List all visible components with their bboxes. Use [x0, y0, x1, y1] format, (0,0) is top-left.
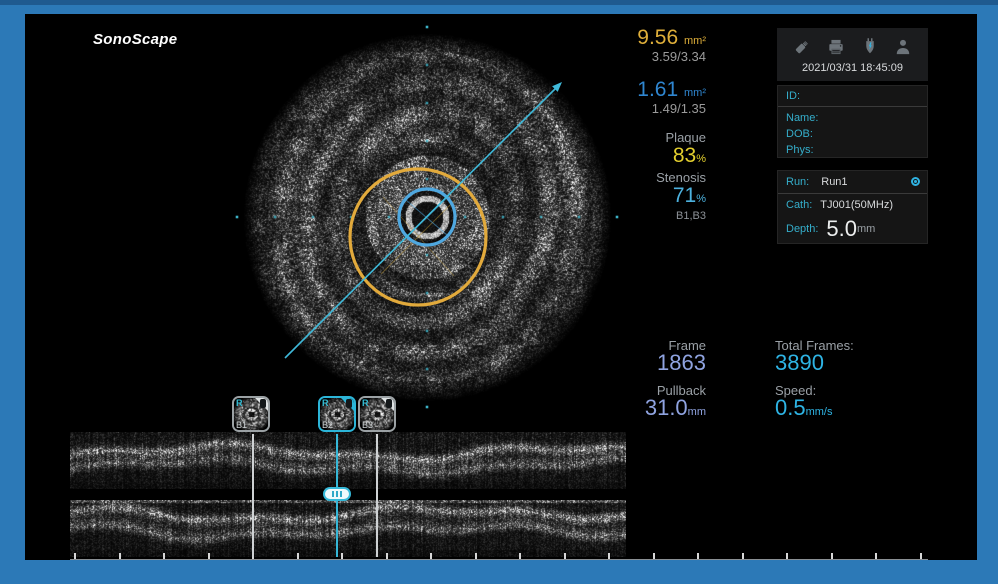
patient-dob-field[interactable]: DOB: — [778, 126, 927, 142]
ruler-tick — [742, 553, 744, 559]
toolbar-icons — [778, 29, 927, 61]
ruler-tick — [208, 553, 210, 559]
vessel-area-value: 9.56 mm² — [637, 26, 706, 50]
bookmark-tag-icon — [260, 399, 266, 408]
depth-label: Depth: — [786, 223, 818, 235]
ruler-tick — [519, 553, 521, 559]
pullback-value: 31.0mm — [586, 395, 706, 421]
bookmark-r-marker: R — [236, 398, 243, 408]
brand-logo: SonoScape — [93, 31, 177, 48]
bookmark-tag-icon — [386, 399, 392, 408]
bookmark-id: B3 — [362, 420, 373, 430]
patient-panel: ID: Name: DOB: Phys: — [777, 85, 928, 158]
bookmark-marker-line-b3[interactable] — [376, 434, 378, 557]
bookmark-thumb-b3[interactable]: R B3 — [358, 396, 396, 432]
speed-value: 0.5mm/s — [775, 395, 832, 421]
ruler-tick — [653, 553, 655, 559]
ruler-tick — [920, 553, 922, 559]
ruler-tick — [875, 553, 877, 559]
measure-line[interactable] — [285, 87, 557, 358]
run-selector[interactable]: Run: Run1 — [778, 171, 927, 194]
bookmark-r-marker: R — [322, 398, 329, 408]
frame-scrub-handle[interactable] — [323, 487, 351, 501]
longitudinal-view-bottom[interactable] — [70, 500, 626, 557]
ruler-tick — [475, 553, 477, 559]
ruler-tick — [831, 553, 833, 559]
bookmark-r-marker: R — [362, 398, 369, 408]
ruler-tick — [430, 553, 432, 559]
datetime: 2021/03/31 18:45:09 — [778, 62, 927, 74]
ruler-tick — [697, 553, 699, 559]
lumen-area-value: 1.61 mm² — [637, 78, 706, 102]
ruler-tick — [786, 553, 788, 559]
bookmark-thumb-b1[interactable]: R B1 — [232, 396, 270, 432]
ruler-baseline — [70, 559, 928, 560]
screen: SonoScape 9.56 mm² 3.59/3.34 1.61 mm² 1.… — [25, 14, 977, 560]
run-value: Run1 — [821, 176, 847, 188]
vessel-diameters: 3.59/3.34 — [652, 49, 706, 64]
ruler-tick — [608, 553, 610, 559]
total-frames-value: 3890 — [775, 350, 824, 376]
stenosis-label: Stenosis — [656, 170, 706, 185]
bookmark-marker-line-b1[interactable] — [252, 434, 254, 557]
probe-power-icon[interactable] — [860, 37, 880, 57]
lumen-diameters: 1.49/1.35 — [652, 101, 706, 116]
ivus-cross-section[interactable] — [235, 25, 619, 409]
vessel-diameter-line-2 — [383, 197, 454, 276]
bookmark-id: B1 — [236, 420, 247, 430]
vessel-diameter-line-1 — [381, 200, 455, 274]
ivus-overlay — [235, 25, 619, 409]
pullback-ruler — [70, 553, 928, 560]
ruler-tick — [386, 553, 388, 559]
stenosis-reference-bookmarks: B1,B3 — [676, 210, 706, 222]
depth-value: 5.0 — [826, 216, 857, 242]
cath-label: Cath: — [786, 199, 812, 211]
patient-phys-field[interactable]: Phys: — [778, 142, 927, 158]
toolbar-panel: 2021/03/31 18:45:09 — [777, 28, 928, 81]
bookmark-tag-icon — [346, 399, 352, 408]
ruler-tick — [163, 553, 165, 559]
user-icon[interactable] — [892, 37, 914, 57]
ruler-tick — [74, 553, 76, 559]
plaque-label: Plaque — [666, 130, 706, 145]
run-panel: Run: Run1 Cath: TJ001(50MHz) Depth: 5.0m… — [777, 170, 928, 244]
frame-value: 1863 — [586, 350, 706, 376]
patient-id-field[interactable]: ID: — [778, 86, 927, 107]
ruler-tick — [119, 553, 121, 559]
depth-row: Depth: 5.0mm — [778, 215, 927, 243]
ruler-tick — [564, 553, 566, 559]
run-info-icon[interactable] — [911, 177, 920, 186]
bookmark-thumb-b2[interactable]: R B2 — [318, 396, 356, 432]
printer-icon[interactable] — [825, 37, 847, 57]
usb-drive-icon[interactable] — [791, 37, 813, 57]
bookmark-id: B2 — [322, 420, 333, 430]
ruler-tick — [297, 553, 299, 559]
measurement-column: 9.56 mm² 3.59/3.34 1.61 mm² 1.49/1.35 Pl… — [586, 26, 706, 256]
catheter-row: Cath: TJ001(50MHz) — [778, 194, 927, 215]
ruler-tick — [341, 553, 343, 559]
run-label: Run: — [786, 176, 809, 188]
longitudinal-view-top[interactable] — [70, 432, 626, 489]
patient-name-field[interactable]: Name: — [778, 110, 927, 126]
plaque-value: 83% — [673, 144, 706, 168]
cath-value: TJ001(50MHz) — [820, 199, 893, 211]
app-frame: SonoScape 9.56 mm² 3.59/3.34 1.61 mm² 1.… — [0, 0, 998, 584]
stenosis-value: 71% — [673, 184, 706, 208]
